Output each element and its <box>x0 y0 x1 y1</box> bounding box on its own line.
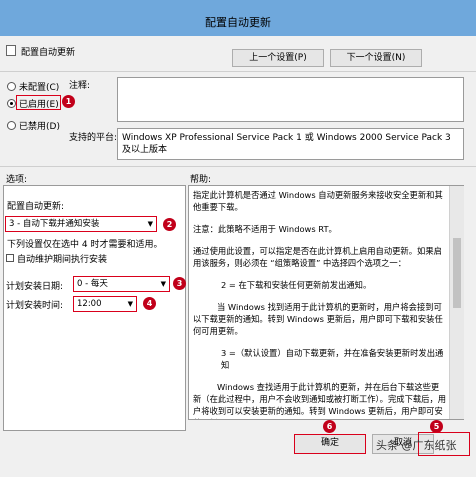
header-divider <box>0 71 476 72</box>
help-paragraph: 2 = 在下载和安装任何更新前发出通知。 <box>221 280 372 290</box>
chevron-down-icon: ▼ <box>147 220 153 228</box>
schedule-day-value: 0 - 每天 <box>77 279 108 289</box>
comment-label: 注释: <box>69 81 91 91</box>
window-title: 配置自动更新 <box>205 16 271 29</box>
schedule-time-value: 12:00 <box>77 299 102 309</box>
annotation-2: 2 <box>163 218 176 231</box>
policy-name: 配置自动更新 <box>21 48 76 58</box>
schedule-day-label: 计划安装日期: <box>6 282 64 292</box>
help-text-panel: 指定此计算机是否通过 Windows 自动更新服务来接收安全更新和其他重要下载。… <box>188 185 464 420</box>
section-divider <box>0 166 476 167</box>
annotation-4: 4 <box>143 297 156 310</box>
help-paragraph: Windows 查找适用于此计算机的更新，并在后台下载这些更新（在此过程中，用户… <box>193 382 447 419</box>
options-section-label: 选项: <box>6 175 28 185</box>
ok-button[interactable]: 确定 <box>294 434 366 454</box>
annotation-1: 1 <box>62 95 75 108</box>
annotation-6: 6 <box>323 420 336 433</box>
help-section-label: 帮助: <box>190 175 212 185</box>
policy-icon <box>6 45 16 56</box>
help-paragraph: 通过使用此设置，可以指定是否在此计算机上启用自动更新。如果启用该服务，则必须在 … <box>193 246 442 268</box>
maintenance-checkbox-label: 自动维护期间执行安装 <box>17 255 108 265</box>
help-paragraph: 指定此计算机是否通过 Windows 自动更新服务来接收安全更新和其他重要下载。 <box>193 190 443 212</box>
configure-dropdown[interactable]: 3 - 自动下载并通知安装 ▼ <box>5 216 157 232</box>
next-setting-button[interactable]: 下一个设置(N) <box>330 49 422 67</box>
platform-text: Windows XP Professional Service Pack 1 或… <box>117 128 464 160</box>
radio-not-configured[interactable] <box>7 82 16 91</box>
chevron-down-icon: ▼ <box>160 280 166 288</box>
watermark-text: 头条 @广东纸张 <box>376 439 457 452</box>
schedule-day-dropdown[interactable]: 0 - 每天 ▼ <box>73 276 170 292</box>
radio-disabled[interactable] <box>7 121 16 130</box>
radio-not-configured-label: 未配置(C) <box>19 83 60 93</box>
radio-enabled[interactable] <box>7 99 16 108</box>
platform-label: 支持的平台: <box>69 133 118 143</box>
configure-value: 3 - 自动下载并通知安装 <box>9 219 100 229</box>
schedule-time-label: 计划安装时间: <box>6 301 64 311</box>
help-paragraph: 注意：此策略不适用于 Windows RT。 <box>193 224 337 234</box>
radio-disabled-label: 已禁用(D) <box>19 122 60 132</box>
schedule-time-dropdown[interactable]: 12:00 ▼ <box>73 296 137 312</box>
maintenance-checkbox[interactable] <box>6 254 14 262</box>
help-scrollbar[interactable] <box>449 186 464 419</box>
comment-textarea[interactable] <box>117 77 464 122</box>
chevron-down-icon: ▼ <box>127 300 133 308</box>
configure-label: 配置自动更新: <box>7 202 65 212</box>
help-paragraph: 3 =（默认设置）自动下载更新，并在准备安装更新时发出通知 <box>221 348 444 370</box>
radio-enabled-label: 已启用(E) <box>19 100 59 110</box>
annotation-3: 3 <box>173 277 186 290</box>
scrollbar-thumb[interactable] <box>453 238 461 308</box>
prev-setting-button[interactable]: 上一个设置(P) <box>232 49 324 67</box>
help-paragraph: 当 Windows 找到适用于此计算机的更新时，用户将会接到可以下载更新的通知。… <box>193 302 443 336</box>
options-note: 下列设置仅在选中 4 时才需要和适用。 <box>7 240 163 250</box>
